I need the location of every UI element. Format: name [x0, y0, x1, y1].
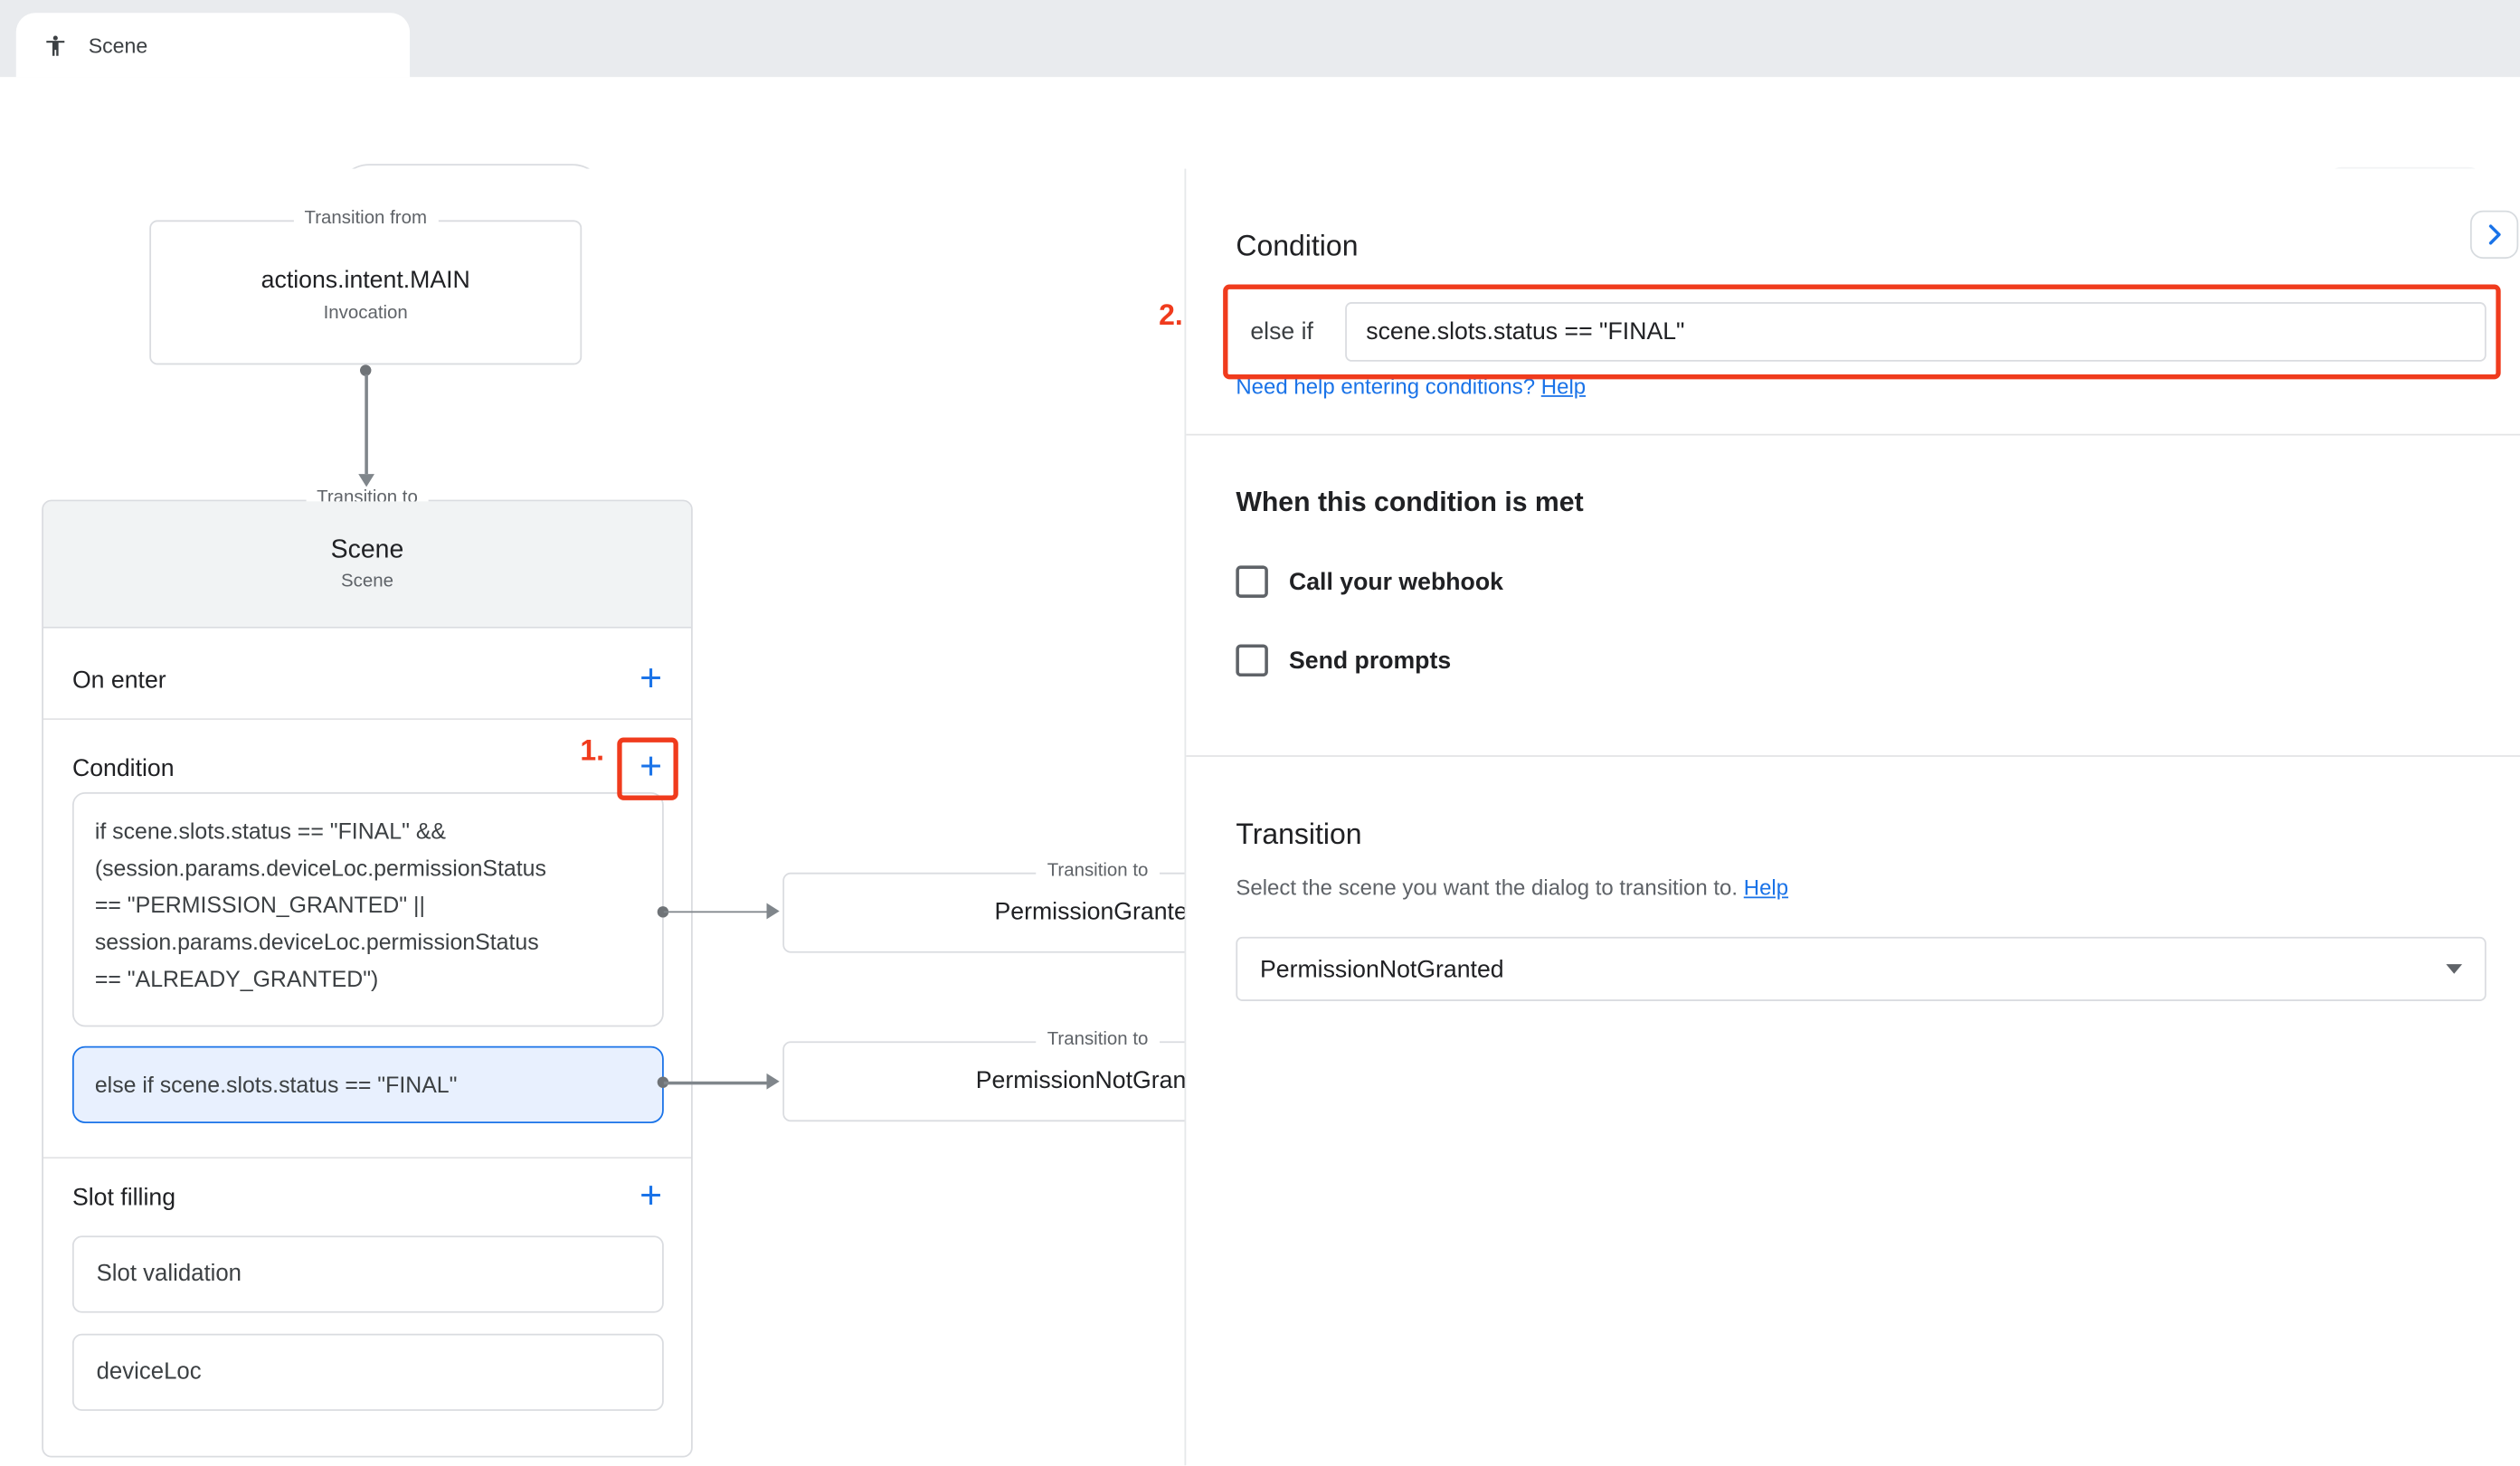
header-bar: Scene English Cancel Save [0, 77, 2520, 168]
chevron-right-icon [2480, 220, 2509, 249]
transition-to-legend: Transition to [1036, 1030, 1160, 1049]
send-prompts-checkbox[interactable] [1236, 644, 1268, 676]
assistant-icon [43, 33, 68, 57]
scene-editor: Scene Scene English Cancel Save Tr [0, 0, 2520, 1466]
else-if-label: else if [1250, 302, 1313, 362]
annotation-step2-number: 2. [1159, 298, 1183, 332]
transition-from-node[interactable]: Transition from actions.intent.MAIN Invo… [149, 220, 582, 364]
on-enter-label: On enter [72, 666, 166, 693]
connector-arrow-icon [357, 474, 374, 487]
transition-to-legend: Transition to [1036, 861, 1160, 880]
call-webhook-option: Call your webhook [1236, 565, 1503, 598]
condition-heading: Condition [1236, 225, 1358, 267]
condition-section-label: Condition [72, 754, 175, 781]
on-enter-section: On enter + [43, 641, 691, 718]
when-condition-heading: When this condition is met [1236, 487, 1583, 519]
send-prompts-option: Send prompts [1236, 644, 1451, 676]
condition-help-link[interactable]: Help [1541, 374, 1586, 399]
collapse-panel-button[interactable] [2470, 211, 2518, 259]
connector-line [365, 374, 367, 474]
scene-card-subtitle: Scene [341, 571, 393, 595]
add-on-enter-button[interactable]: + [639, 660, 662, 699]
annotation-step1-number: 1. [553, 734, 604, 768]
scene-node-card: Transition to Scene Scene On enter + Con… [42, 500, 693, 1458]
intent-type: Invocation [324, 300, 408, 326]
tab-scene[interactable]: Scene [16, 13, 410, 77]
transition-from-legend: Transition from [293, 209, 438, 228]
browser-tab-strip: Scene [0, 0, 2520, 77]
call-webhook-label: Call your webhook [1289, 568, 1503, 595]
transition-scene-value: PermissionNotGranted [1260, 955, 2446, 982]
scene-card-header[interactable]: Scene Scene [43, 501, 691, 628]
divider [43, 1157, 691, 1159]
connector-line [664, 1082, 770, 1084]
divider [43, 718, 691, 720]
chevron-down-icon [2446, 964, 2462, 974]
connector-line [664, 911, 770, 913]
add-condition-button[interactable]: + [639, 749, 662, 788]
slot-filling-label: Slot filling [72, 1184, 175, 1211]
transition-heading: Transition [1236, 813, 1361, 855]
divider [1186, 434, 2520, 436]
slot-item-deviceloc[interactable]: deviceLoc [72, 1334, 664, 1411]
divider [1186, 755, 2520, 757]
connector-arrow-icon [767, 903, 780, 919]
transition-description: Select the scene you want the dialog to … [1236, 875, 1788, 903]
condition-expression-input[interactable] [1345, 302, 2487, 362]
condition-help-text: Need help entering conditions? Help [1236, 374, 1586, 399]
transition-scene-select[interactable]: PermissionNotGranted [1236, 937, 2486, 1001]
tab-title: Scene [89, 33, 148, 57]
transition-description-text: Select the scene you want the dialog to … [1236, 875, 1738, 900]
slot-item-validation[interactable]: Slot validation [72, 1235, 664, 1312]
slot-filling-section: Slot filling + [43, 1160, 691, 1234]
add-slot-button[interactable]: + [639, 1178, 662, 1216]
transition-help-link[interactable]: Help [1744, 875, 1788, 900]
help-prompt-text: Need help entering conditions? [1236, 374, 1535, 399]
condition-item-1[interactable]: if scene.slots.status == "FINAL" && (ses… [72, 792, 664, 1026]
intent-name: actions.intent.MAIN [261, 263, 470, 297]
send-prompts-label: Send prompts [1289, 647, 1451, 674]
condition-detail-panel: Condition else if Need help entering con… [1184, 169, 2520, 1466]
connector-arrow-icon [767, 1073, 780, 1090]
condition-item-2-selected[interactable]: else if scene.slots.status == "FINAL" [72, 1046, 664, 1123]
scene-card-title: Scene [331, 534, 404, 569]
call-webhook-checkbox[interactable] [1236, 565, 1268, 598]
